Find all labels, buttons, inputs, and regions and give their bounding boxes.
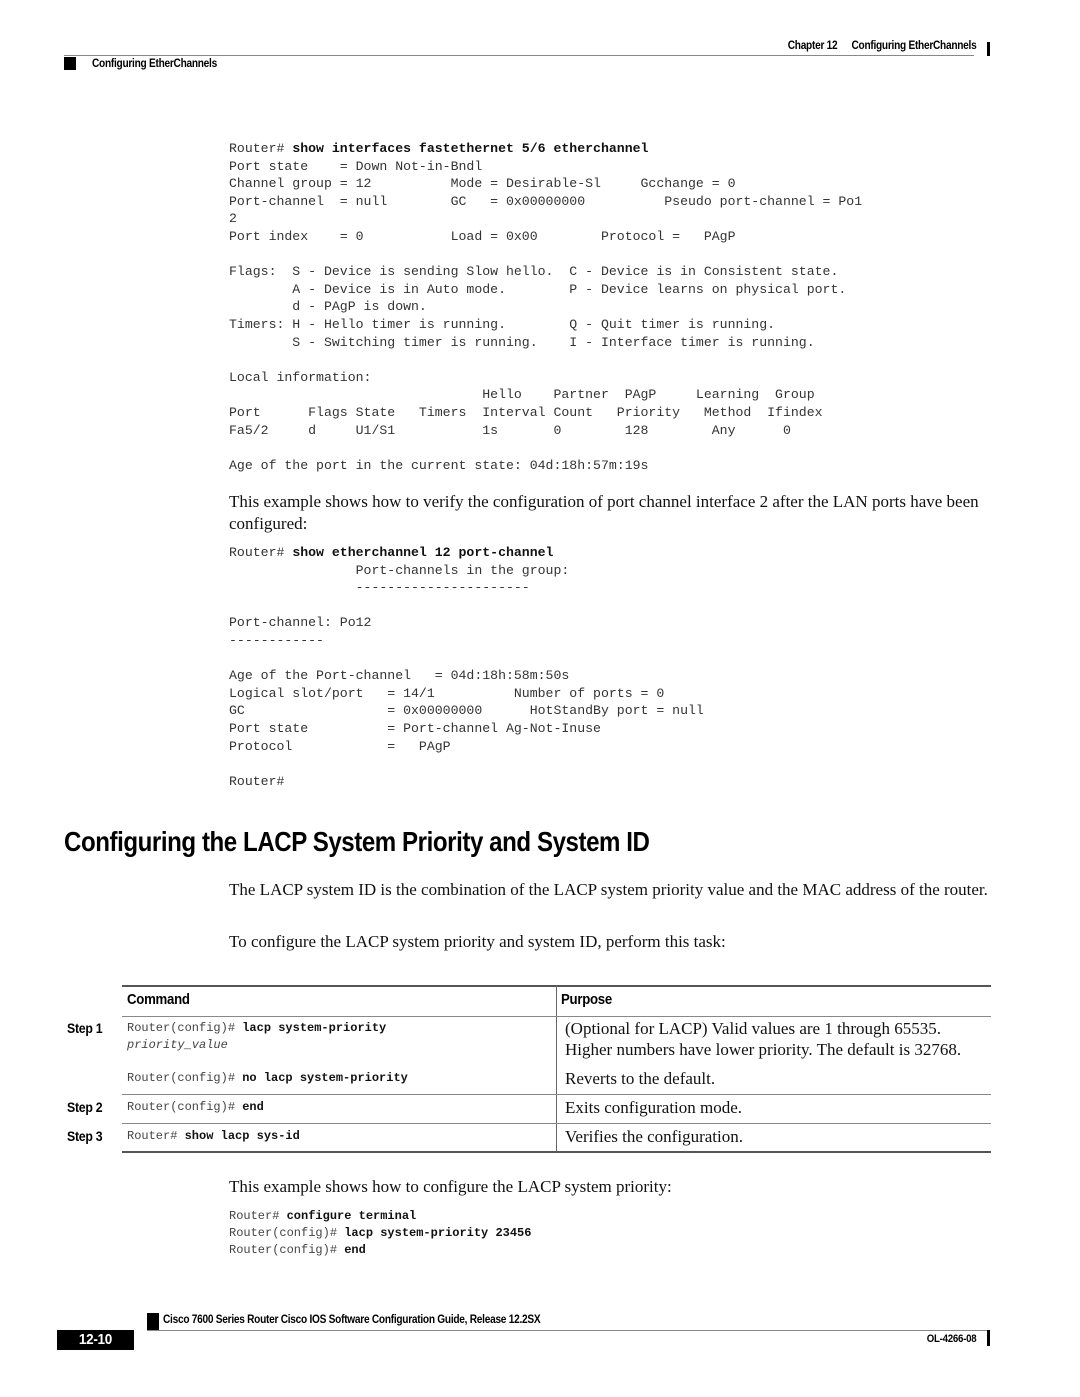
footer-page-number: 12-10: [57, 1330, 134, 1350]
footer-rule: [147, 1330, 987, 1331]
command-keyword: no lacp system-priority: [242, 1071, 408, 1085]
header-section-title: Configuring EtherChannels: [92, 58, 217, 70]
code-prompt: Router#: [229, 1209, 287, 1223]
command-prompt: Router(config)#: [127, 1100, 243, 1114]
table-purpose: Reverts to the default.: [565, 1068, 715, 1089]
column-header-purpose: Purpose: [561, 991, 612, 1008]
table-command: Router(config)# end: [127, 1099, 264, 1116]
chapter-label: Chapter 12: [787, 40, 837, 52]
footer-doc-title: Cisco 7600 Series Router Cisco IOS Softw…: [163, 1314, 541, 1326]
step-label: Step 1: [67, 1020, 103, 1036]
table-column-divider: [556, 985, 557, 1152]
chapter-title: Configuring EtherChannels: [851, 40, 976, 52]
purpose-line: Reverts to the default.: [565, 1069, 716, 1088]
table-purpose: (Optional for LACP) Valid values are 1 t…: [565, 1018, 961, 1060]
section-heading: Configuring the LACP System Priority and…: [64, 826, 650, 857]
code-output: Port state = Down Not-in-Bndl Channel gr…: [229, 158, 863, 473]
footer-bar-mark: [987, 1330, 990, 1346]
table-purpose: Verifies the configuration.: [565, 1126, 743, 1147]
table-bottom-rule: [122, 1151, 991, 1153]
header-chapter: Chapter 12 Configuring EtherChannels: [787, 40, 976, 52]
code-example-show-etherchannel: Router# show etherchannel 12 port-channe…: [229, 544, 704, 790]
header-rule: [64, 55, 974, 56]
footer-doc-id: OL-4266-08: [926, 1333, 976, 1345]
body-paragraph-verify: This example shows how to verify the con…: [229, 492, 979, 533]
page-number-text: 12-10: [78, 1331, 113, 1348]
header-square-mark: [64, 57, 76, 70]
purpose-line: Higher numbers have lower priority. The …: [565, 1040, 962, 1059]
table-header-rule: [122, 1016, 991, 1017]
code-command: lacp system-priority 23456: [344, 1226, 532, 1240]
table-row-rule: [122, 1123, 991, 1124]
code-command: configure terminal: [286, 1209, 417, 1223]
code-prompt: Router(config)#: [229, 1243, 345, 1257]
purpose-line: (Optional for LACP) Valid values are 1 t…: [565, 1019, 941, 1038]
code-command: end: [344, 1243, 366, 1257]
code-command: show interfaces fastethernet 5/6 etherch…: [292, 141, 649, 156]
command-prompt: Router(config)#: [127, 1071, 243, 1085]
code-prompt: Router#: [229, 141, 293, 156]
section-task-paragraph: To configure the LACP system priority an…: [229, 932, 726, 951]
footer-square-mark: [147, 1313, 159, 1330]
code-output: Port-channels in the group: ------------…: [229, 562, 704, 789]
command-keyword: end: [242, 1100, 264, 1114]
purpose-line: Verifies the configuration.: [565, 1127, 743, 1146]
table-command: Router(config)# lacp system-priority pri…: [127, 1020, 386, 1054]
code-prompt: Router#: [229, 545, 293, 560]
code-example-configure: Router# configure terminal Router(config…: [229, 1208, 531, 1259]
command-prompt: Router(config)#: [127, 1021, 243, 1035]
column-header-command: Command: [127, 991, 190, 1008]
body-paragraph-example: This example shows how to configure the …: [229, 1177, 672, 1196]
table-row-rule: [122, 1094, 991, 1095]
step-label: Step 2: [67, 1099, 103, 1115]
table-purpose: Exits configuration mode.: [565, 1097, 742, 1118]
step-label: Step 3: [67, 1128, 103, 1144]
code-command: show etherchannel 12 port-channel: [292, 545, 554, 560]
code-example-show-interfaces: Router# show interfaces fastethernet 5/6…: [229, 140, 862, 474]
command-keyword: show lacp sys-id: [184, 1129, 300, 1143]
command-prompt: Router#: [127, 1129, 185, 1143]
purpose-line: Exits configuration mode.: [565, 1098, 743, 1117]
table-command: Router(config)# no lacp system-priority: [127, 1070, 408, 1087]
section-intro-paragraph: The LACP system ID is the combination of…: [229, 880, 988, 899]
command-keyword: lacp system-priority: [242, 1021, 387, 1035]
code-prompt: Router(config)#: [229, 1226, 345, 1240]
command-argument: priority_value: [127, 1038, 228, 1052]
header-bar-mark: [987, 42, 990, 56]
table-command: Router# show lacp sys-id: [127, 1128, 300, 1145]
